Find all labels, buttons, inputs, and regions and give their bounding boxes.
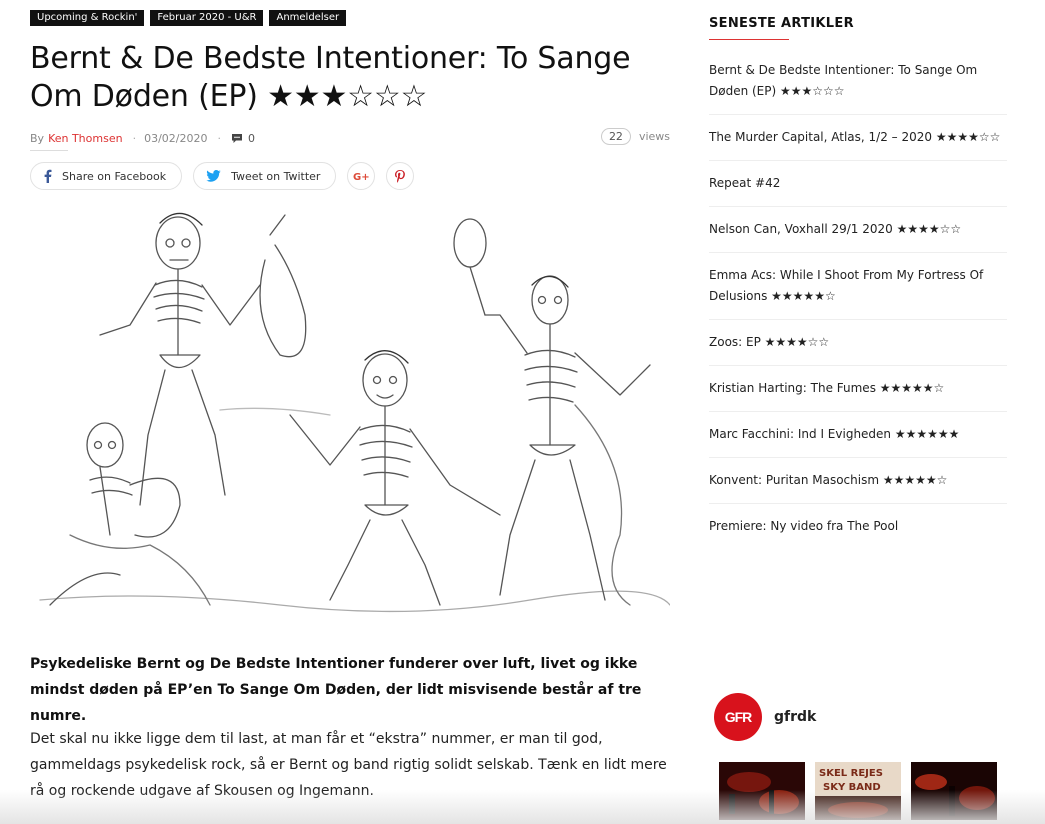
sidebar-heading: SENESTE ARTIKLER [709,16,854,31]
recent-article-link[interactable]: Marc Facchini: Ind I Evigheden ★★★★★★ [709,424,1007,458]
meta-separator: · [217,131,221,145]
skeleton-top-left [99,212,307,506]
category-tags: Upcoming & Rockin' Februar 2020 - U&R An… [30,10,347,26]
comment-count[interactable]: 0 [248,132,255,145]
recent-article-link[interactable]: Nelson Can, Voxhall 29/1 2020 ★★★★☆☆ [709,219,1007,253]
views-counter: 22 views [600,128,670,145]
article-meta: By Ken Thomsen · 03/02/2020 · 0 [30,129,670,147]
share-facebook-button[interactable]: Share on Facebook [30,162,183,190]
article-title: Bernt & De Bedste Intentioner: To Sange … [30,41,631,114]
twitter-icon [206,170,221,182]
skeleton-center [289,350,501,606]
instagram-thumb[interactable]: SKEL REJES SKY BAND [815,762,901,820]
recent-article-link[interactable]: Kristian Harting: The Fumes ★★★★★☆ [709,378,1007,412]
gfr-logo: GFR [714,693,762,741]
article-paragraph: Det skal nu ikke ligge dem til last, at … [30,731,667,799]
share-twitter-label: Tweet on Twitter [231,169,321,183]
recent-article-link[interactable]: The Murder Capital, Atlas, 1/2 – 2020 ★★… [709,127,1007,161]
thumb-text-1: SKEL REJES [819,768,883,779]
instagram-handle[interactable]: gfrdk [774,709,816,725]
google-plus-icon: G+ [353,172,369,182]
category-tag-upcoming[interactable]: Upcoming & Rockin' [30,10,145,26]
instagram-profile[interactable]: GFR gfrdk [714,693,816,741]
share-pinterest-button[interactable] [386,162,415,190]
comment-icon[interactable] [231,133,243,144]
category-tag-februar[interactable]: Februar 2020 - U&R [150,10,264,26]
svg-text:G+: G+ [353,172,369,182]
recent-article-link[interactable]: Premiere: Ny video fra The Pool [709,516,1007,549]
instagram-thumb[interactable] [719,762,805,820]
share-facebook-label: Share on Facebook [62,169,167,183]
share-bar: Share on Facebook Tweet on Twitter G+ [30,162,415,190]
author-underline [30,150,68,151]
instagram-thumbnails: SKEL REJES SKY BAND [719,762,997,820]
article-lead: Psykedeliske Bernt og De Bedste Intentio… [30,656,642,724]
article-illustration [30,205,670,625]
recent-article-link[interactable]: Zoos: EP ★★★★☆☆ [709,332,1007,366]
share-googleplus-button[interactable]: G+ [347,162,376,190]
meta-separator: · [132,131,137,145]
recent-article-link[interactable]: Repeat #42 [709,173,1007,207]
author-link[interactable]: Ken Thomsen [48,132,123,145]
skeleton-bottom-left [49,422,211,606]
recent-article-link[interactable]: Konvent: Puritan Masochism ★★★★★☆ [709,470,1007,504]
skeleton-right [453,218,651,606]
instagram-thumb[interactable] [911,762,997,820]
pinterest-icon [395,169,406,183]
article-date: 03/02/2020 [144,131,208,145]
by-label: By [30,131,45,145]
views-label: views [638,130,670,143]
category-tag-anmeldelser[interactable]: Anmeldelser [269,10,347,26]
sidebar-heading-underline [709,39,789,40]
recent-articles-list: Bernt & De Bedste Intentioner: To Sange … [709,60,1007,561]
share-twitter-button[interactable]: Tweet on Twitter [193,162,337,190]
facebook-icon [44,169,52,183]
views-count: 22 [600,128,631,145]
recent-article-link[interactable]: Bernt & De Bedste Intentioner: To Sange … [709,60,1007,115]
thumb-text-2: SKY BAND [823,782,881,793]
recent-article-link[interactable]: Emma Acs: While I Shoot From My Fortress… [709,265,1007,320]
